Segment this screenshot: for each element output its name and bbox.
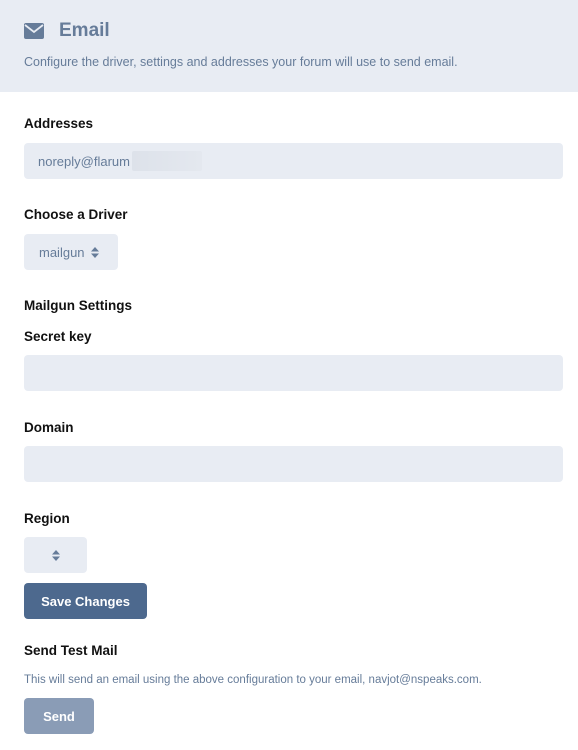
addresses-input[interactable]: noreply@flarum xyxy=(24,143,563,179)
page-title: Email xyxy=(59,20,110,41)
send-test-mail-button[interactable]: Send xyxy=(24,698,94,734)
secret-key-input[interactable] xyxy=(24,355,563,391)
envelope-icon xyxy=(24,23,44,39)
domain-label: Domain xyxy=(24,420,74,435)
mailgun-settings-title: Mailgun Settings xyxy=(24,298,132,313)
sort-caret-icon xyxy=(51,549,60,561)
driver-select[interactable]: mailgun xyxy=(24,234,118,270)
addresses-label: Addresses xyxy=(24,116,94,131)
secret-key-label: Secret key xyxy=(24,329,92,344)
region-label: Region xyxy=(24,511,70,526)
page-description: Configure the driver, settings and addre… xyxy=(24,55,458,69)
addresses-value: noreply@flarum xyxy=(38,153,130,169)
page-header: Email Configure the driver, settings and… xyxy=(0,0,578,92)
page-title-row: Email xyxy=(24,20,110,42)
region-select[interactable] xyxy=(24,537,87,573)
driver-label: Choose a Driver xyxy=(24,207,128,222)
redacted-text xyxy=(131,151,202,171)
sort-caret-icon xyxy=(90,246,99,258)
send-test-mail-help: This will send an email using the above … xyxy=(24,674,482,686)
domain-input[interactable] xyxy=(24,446,563,482)
driver-selected-value: mailgun xyxy=(39,244,85,260)
send-test-mail-title: Send Test Mail xyxy=(24,643,118,658)
save-changes-button[interactable]: Save Changes xyxy=(24,583,147,619)
